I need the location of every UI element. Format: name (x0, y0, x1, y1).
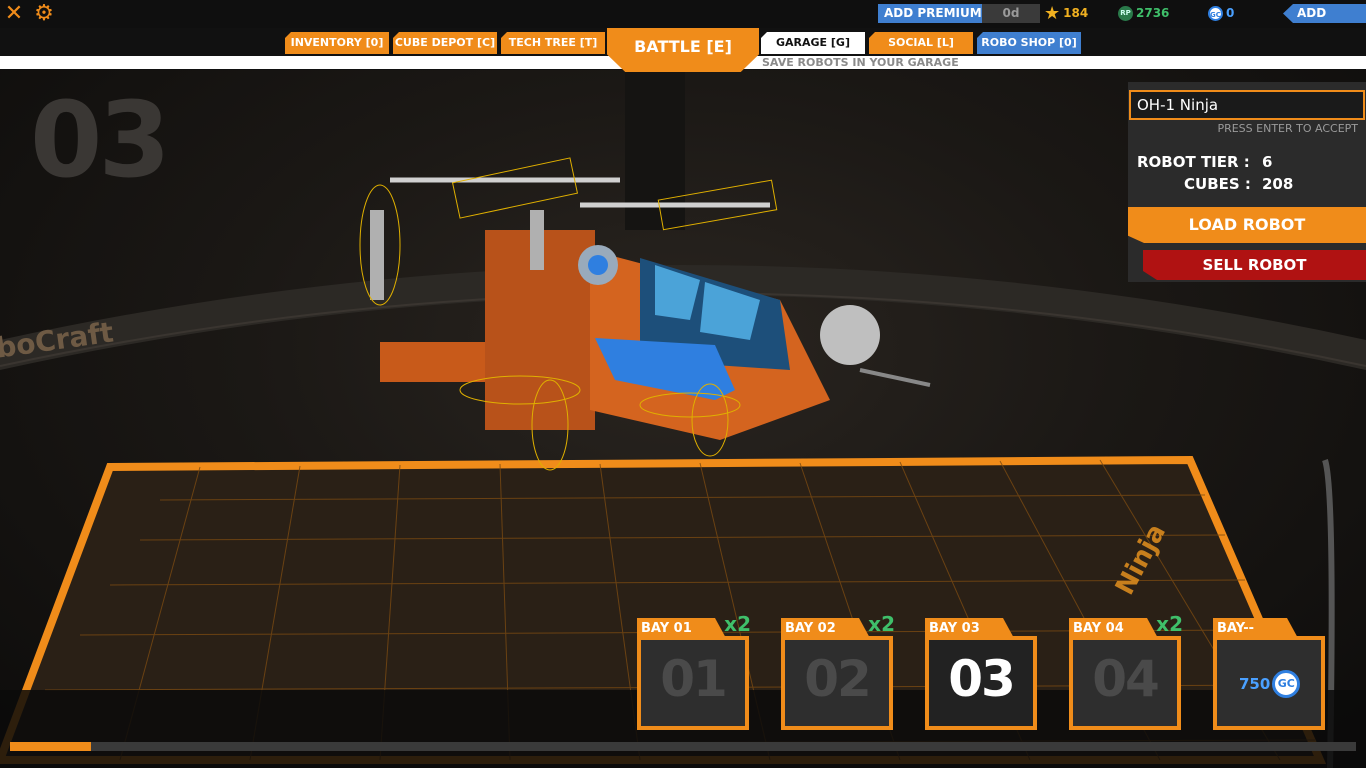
bay-id: 02 (817, 621, 836, 636)
bay-id: 03 (961, 621, 980, 636)
bay-number: 01 (660, 650, 728, 708)
tab-garage[interactable]: GARAGE [G] (761, 32, 865, 54)
bay-multiplier: x2 (724, 612, 751, 636)
tab-cube-depot[interactable]: CUBE DEPOT [C] (393, 32, 497, 54)
robot-info-panel: PRESS ENTER TO ACCEPT ROBOT TIER : 6 CUB… (1128, 82, 1366, 282)
bay-03[interactable]: 03 BAY 03 (925, 618, 1037, 730)
close-icon[interactable]: ✕ (2, 2, 26, 26)
bay-buy[interactable]: 750 GC BAY-- (1213, 618, 1325, 730)
cubes-value: 208 (1262, 175, 1294, 193)
bay-id: 04 (1105, 621, 1124, 636)
bay-01[interactable]: 01 BAY 01 x2 (637, 612, 751, 730)
tech-points-value: 184 (1063, 6, 1089, 20)
bay-multiplier: x2 (1156, 612, 1183, 636)
top-bar: ✕ ⚙ ADD PREMIUM 0d ★ 184 RP 2736 GC 0 AD… (0, 0, 1366, 28)
bay-frame: 02 (781, 636, 893, 730)
bay-id: 01 (673, 621, 692, 636)
gear-icon[interactable]: ⚙ (32, 2, 56, 26)
cubes-label: CUBES : (1184, 175, 1251, 193)
bay-number-watermark: 03 (30, 79, 171, 201)
add-funds-button[interactable]: ADD FUNDS (1283, 4, 1366, 23)
add-premium-button[interactable]: ADD PREMIUM (878, 4, 998, 23)
galaxy-cash: GC 0 (1208, 5, 1234, 22)
gc-coin-icon: GC (1272, 670, 1301, 698)
tab-battle[interactable]: BATTLE [E] (607, 28, 759, 72)
bay-label: BAY (929, 621, 958, 636)
bay-header: BAY-- (1213, 618, 1299, 640)
star-icon: ★ (1044, 3, 1061, 24)
loading-progress-bar (10, 742, 1356, 751)
enter-hint: PRESS ENTER TO ACCEPT (1217, 122, 1358, 135)
garage-subtitle: SAVE ROBOTS IN YOUR GARAGE (762, 56, 959, 69)
robot-tier-label: ROBOT TIER : (1137, 153, 1250, 171)
bay-number: 04 (1092, 650, 1160, 708)
robot-tier-value: 6 (1262, 153, 1273, 171)
loading-progress-fill (10, 742, 91, 751)
tab-social[interactable]: SOCIAL [L] (869, 32, 973, 54)
main-navigation: INVENTORY [0] CUBE DEPOT [C] TECH TREE [… (0, 28, 1366, 72)
premium-days-remaining: 0d (982, 4, 1040, 23)
bay-label: BAY (1073, 621, 1102, 636)
gc-coin-icon: GC (1208, 6, 1223, 21)
bay-price-value: 750 (1239, 675, 1271, 693)
bay-frame: 01 (637, 636, 749, 730)
tab-robo-shop[interactable]: ROBO SHOP [0] (977, 32, 1081, 54)
bay-number: 02 (804, 650, 872, 708)
galaxy-cash-value: 0 (1226, 6, 1235, 20)
bay-label: BAY (785, 621, 814, 636)
bay-price: 750 GC (1239, 670, 1301, 698)
bay-label: BAY (641, 621, 670, 636)
load-robot-button[interactable]: LOAD ROBOT (1128, 207, 1366, 243)
bay-id: -- (1243, 621, 1255, 636)
bay-header: BAY 01 (637, 618, 727, 640)
bay-frame: 03 (925, 636, 1037, 730)
bay-header: BAY 03 (925, 618, 1015, 640)
robot-name-input[interactable] (1129, 90, 1365, 120)
robot-points-value: 2736 (1136, 6, 1170, 20)
tab-inventory[interactable]: INVENTORY [0] (285, 32, 389, 54)
rp-coin-icon: RP (1118, 6, 1133, 21)
robot-model (359, 157, 931, 471)
bay-frame: 750 GC (1213, 636, 1325, 730)
bay-02[interactable]: 02 BAY 02 x2 (781, 612, 895, 730)
bay-frame: 04 (1069, 636, 1181, 730)
bay-04[interactable]: 04 BAY 04 x2 (1069, 612, 1183, 730)
bay-number: 03 (948, 650, 1016, 708)
sell-robot-button[interactable]: SELL ROBOT (1143, 250, 1366, 280)
bay-label: BAY (1217, 621, 1244, 636)
bay-header: BAY 02 (781, 618, 871, 640)
tech-points: ★ 184 (1044, 3, 1089, 24)
bay-header: BAY 04 (1069, 618, 1159, 640)
tab-tech-tree[interactable]: TECH TREE [T] (501, 32, 605, 54)
bay-multiplier: x2 (868, 612, 895, 636)
robot-points: RP 2736 (1118, 5, 1169, 22)
